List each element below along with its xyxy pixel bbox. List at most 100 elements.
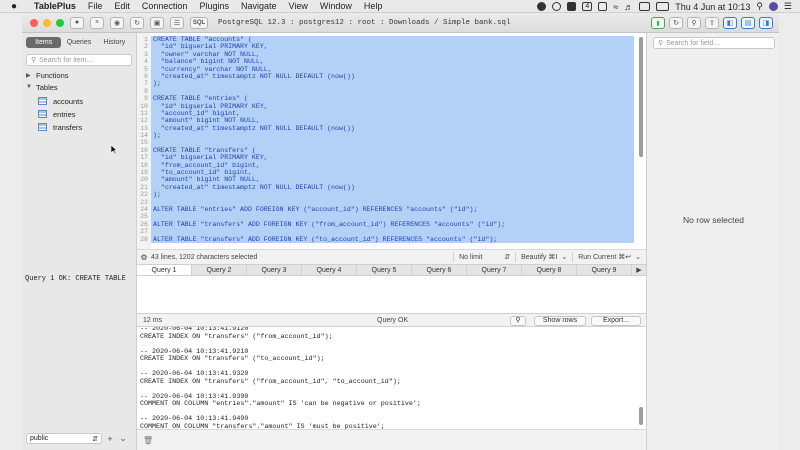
query-tab[interactable]: Query 7 (467, 265, 522, 275)
search-results-icon[interactable]: ⚲ (510, 316, 526, 326)
menu-item-window[interactable]: Window (314, 1, 358, 11)
connection-status-icon[interactable]: ● (70, 16, 84, 29)
lock-icon[interactable]: ▣ (150, 16, 164, 29)
maximize-window-icon[interactable] (56, 18, 64, 27)
clock[interactable]: Thu 4 Jun at 10:13 (675, 2, 750, 12)
badge-icon[interactable]: 4 (582, 2, 593, 11)
sql-editor-button[interactable]: SQL (190, 16, 208, 29)
schema-select[interactable]: public ⇵ (26, 433, 102, 444)
sql-editor[interactable]: 1 CREATE TABLE "accounts" (2 "id" bigseri… (137, 33, 646, 249)
field-search[interactable]: ⚲ Search for field... (653, 37, 775, 49)
query-tab[interactable]: Query 8 (522, 265, 577, 275)
query-tab[interactable]: Query 4 (302, 265, 357, 275)
query-tab[interactable]: Query 9 (577, 265, 632, 275)
toggle-left-panel-icon[interactable]: ◧ (723, 17, 737, 29)
console-log[interactable]: -- 2020-06-04 10:13:41.9120 CREATE INDEX … (137, 327, 646, 429)
export-icon[interactable]: ⇧ (705, 17, 719, 29)
dark-mode-icon[interactable] (552, 2, 562, 11)
line-number: 21 (140, 183, 148, 191)
code-line: 2 "id" bigserial PRIMARY KEY, (137, 43, 634, 51)
code-lines[interactable]: 1 CREATE TABLE "accounts" (2 "id" bigseri… (137, 36, 634, 243)
updown-chevron-icon: ⇵ (504, 254, 511, 261)
export-button[interactable]: Export... (591, 316, 641, 326)
table-item-entries[interactable]: entries (22, 108, 136, 120)
editor-scrollbar-thumb[interactable] (639, 37, 643, 157)
sidebar-search-placeholder: Search for item... (39, 56, 93, 64)
sidebar: Items Queries History ⚲ Search for item.… (22, 33, 137, 450)
menu-item-plugins[interactable]: Plugins (193, 1, 235, 11)
add-icon[interactable]: + (105, 434, 115, 444)
notification-center-icon[interactable]: ☰ (784, 1, 792, 12)
schema-value: public (30, 435, 49, 442)
trash-icon[interactable]: 🗑 (143, 436, 153, 445)
flag-icon[interactable] (639, 2, 651, 11)
menu-item-file[interactable]: File (82, 1, 109, 11)
reload-icon[interactable]: ↻ (669, 17, 683, 29)
display-icon[interactable] (598, 2, 608, 11)
code-line: 11 "account_id" bigint, (137, 109, 634, 118)
code-line: 23 (137, 198, 634, 206)
preview-icon[interactable]: ◉ (110, 16, 124, 29)
record-icon[interactable] (537, 2, 547, 11)
code-line: 4 "balance" bigint NOT NULL, (137, 58, 634, 66)
code-text: ALTER TABLE "transfers" ADD FOREIGN KEY … (151, 235, 634, 243)
show-rows-button[interactable]: Show rows (534, 316, 586, 326)
gear-icon[interactable]: ⚙ (137, 253, 151, 262)
toggle-right-panel-icon[interactable]: ◨ (759, 17, 773, 29)
limit-value: No limit (459, 253, 483, 261)
field-search-placeholder: Search for field... (666, 39, 720, 47)
table-item-accounts[interactable]: accounts (22, 95, 136, 107)
query-tab[interactable]: Query 6 (412, 265, 467, 275)
code-text: "id" bigserial PRIMARY KEY, (151, 154, 634, 162)
segment-queries[interactable]: Queries (61, 37, 96, 48)
table-item-transfers[interactable]: transfers (22, 121, 136, 133)
menu-item-view[interactable]: View (283, 1, 314, 11)
segment-items[interactable]: Items (26, 37, 62, 48)
tree-tables[interactable]: ▼ Tables (22, 81, 136, 93)
wifi-icon[interactable]: ≈ (613, 2, 618, 12)
segment-history[interactable]: History (97, 37, 132, 48)
beautify-button[interactable]: Beautify ⌘I ⌄ (515, 252, 572, 262)
query-tab[interactable]: Query 3 (247, 265, 302, 275)
line-number: 23 (140, 198, 148, 206)
query-tab[interactable]: Query 1 (137, 265, 192, 275)
code-line: 5 "currency" varchar NOT NULL, (137, 65, 634, 73)
battery-icon[interactable] (656, 2, 670, 11)
search-icon[interactable]: ⚲ (756, 1, 763, 12)
battery-status-icon: ▮ (651, 17, 665, 29)
editor-scrollbar[interactable] (639, 35, 644, 235)
stop-icon[interactable]: × (90, 16, 104, 29)
code-text: "created_at" timestamptz NOT NULL DEFAUL… (151, 72, 634, 81)
minimize-window-icon[interactable] (43, 18, 51, 27)
run-current-button[interactable]: Run Current ⌘↩ ⌄ (572, 252, 646, 262)
user-icon[interactable] (768, 2, 778, 11)
tree-functions[interactable]: ▶ Functions (22, 69, 136, 81)
close-window-icon[interactable] (30, 18, 38, 27)
tabs-scroll-right-icon[interactable]: ▶ (632, 265, 646, 275)
sidebar-search[interactable]: ⚲ Search for item... (26, 54, 132, 66)
line-number: 18 (140, 161, 148, 169)
refresh-query-icon[interactable]: ↻ (130, 16, 144, 29)
limit-select[interactable]: No limit ⇵ (453, 252, 515, 262)
query-tab[interactable]: Query 5 (357, 265, 412, 275)
chevron-down-icon[interactable]: ⌄ (118, 433, 128, 444)
code-line: 13 "created_at" timestamptz NOT NULL DEF… (137, 124, 634, 133)
code-text (151, 87, 634, 96)
sound-icon[interactable]: ♬ (624, 2, 633, 12)
toggle-bottom-panel-icon[interactable]: ▤ (741, 17, 755, 29)
menu-item-navigate[interactable]: Navigate (235, 1, 283, 11)
line-number: 4 (144, 58, 148, 66)
database-icon[interactable]: ☰ (170, 16, 184, 29)
line-number: 15 (140, 139, 148, 147)
brightness-icon[interactable] (567, 2, 577, 11)
apple-menu-icon[interactable]: ● (0, 1, 28, 12)
log-scrollbar-thumb[interactable] (639, 407, 643, 425)
menu-item-edit[interactable]: Edit (108, 1, 136, 11)
query-tab[interactable]: Query 2 (192, 265, 247, 275)
chevron-right-icon: ▶ (26, 72, 31, 79)
menu-item-connection[interactable]: Connection (136, 1, 194, 11)
search-toolbar-icon[interactable]: ⚲ (687, 17, 701, 29)
menu-item-tableplus[interactable]: TablePlus (28, 1, 82, 11)
table-icon (38, 123, 47, 131)
menu-item-help[interactable]: Help (358, 1, 389, 11)
